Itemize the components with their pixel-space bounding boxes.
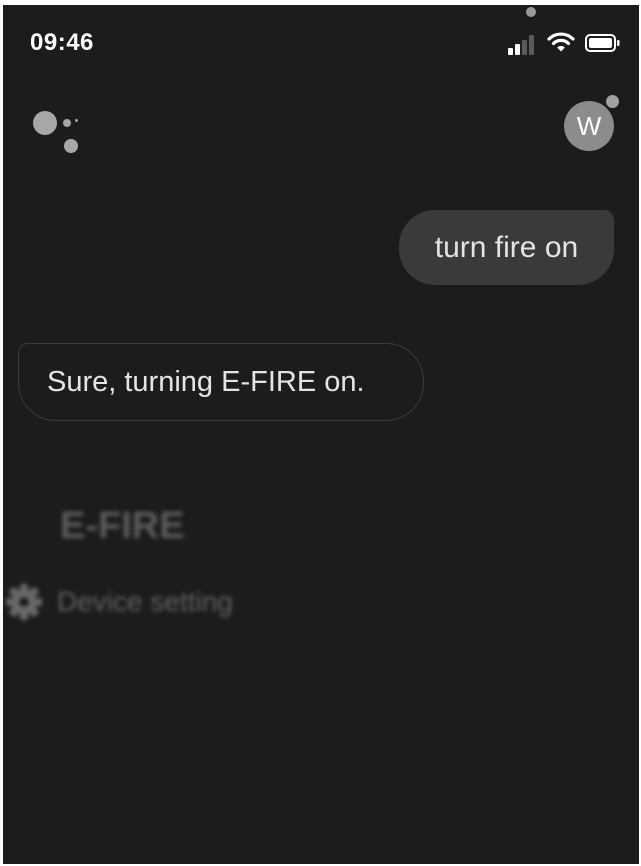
user-avatar[interactable]: W — [564, 101, 614, 151]
avatar-status-dot — [606, 95, 619, 108]
assistant-reply-bubble: Sure, turning E-FIRE on. — [18, 343, 424, 421]
assistant-logo-icon — [33, 109, 88, 159]
device-setting-label: Device setting — [57, 586, 233, 617]
gear-icon — [6, 584, 42, 620]
wifi-icon — [547, 32, 575, 52]
device-setting-row[interactable]: Device setting — [3, 581, 233, 623]
user-message-bubble: turn fire on — [399, 210, 614, 285]
status-time: 09:46 — [30, 29, 94, 56]
device-card[interactable]: E-FIRE Device setting — [3, 495, 323, 635]
assistant-screen: 09:46 W turn fire on Sure, turning E-FIR… — [3, 5, 639, 864]
cellular-signal-icon — [508, 33, 536, 55]
camera-indicator-dot — [526, 7, 536, 17]
battery-icon — [585, 34, 620, 52]
device-title: E-FIRE — [60, 505, 185, 547]
